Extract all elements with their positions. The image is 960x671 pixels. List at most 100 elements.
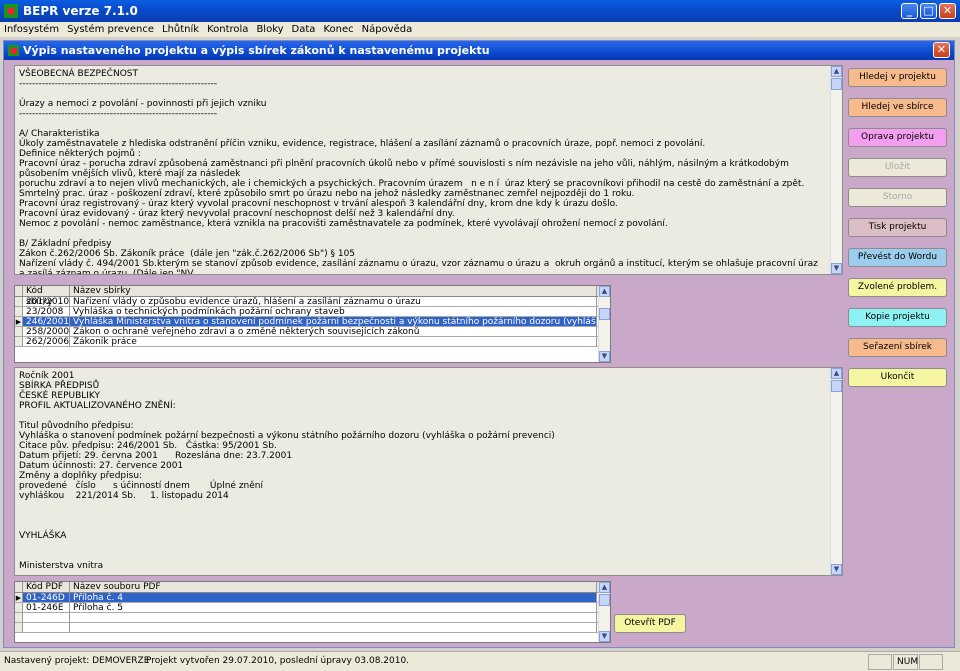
scroll-down-icon[interactable]: ▼ (831, 263, 842, 274)
menu-data[interactable]: Data (288, 24, 320, 35)
close-button[interactable]: ✕ (939, 3, 956, 19)
memo-line: ----------------------------------------… (19, 109, 218, 119)
table-row[interactable]: 262/2006 Zákoník práce (15, 337, 610, 347)
edit-project-button[interactable]: Oprava projektu (848, 128, 947, 147)
row-nazev: Vyhláška o technických podmínkách požárn… (70, 307, 597, 316)
project-dialog: Výpis nastaveného projektu a výpis sbíre… (3, 40, 955, 648)
dialog-titlebar: Výpis nastaveného projektu a výpis sbíre… (4, 41, 954, 60)
row-indicator-icon (15, 307, 23, 316)
row-kod: 23/2008 (23, 307, 70, 316)
memo-line (19, 571, 828, 575)
scroll-thumb[interactable] (599, 594, 610, 606)
law-text-scrollbar[interactable]: ▲ ▼ (830, 368, 842, 575)
sort-laws-button[interactable]: Seřazení sbírek (848, 338, 947, 357)
menu-bar: Infosystém Systém prevence Lhůtník Kontr… (0, 22, 960, 37)
app-icon (4, 4, 18, 18)
scroll-down-icon[interactable]: ▼ (599, 631, 610, 642)
table-row[interactable]: ▶ 01-246D Příloha č. 4 (15, 593, 610, 603)
menu-napoveda[interactable]: Nápověda (358, 24, 417, 35)
memo-line: Titul původního předpisu: (19, 421, 134, 431)
scroll-thumb[interactable] (599, 308, 610, 320)
memo-line: Datum účinnosti: 27. července 2001 (19, 461, 184, 471)
table-row[interactable]: 23/2008 Vyhláška o technických podmínkách… (15, 307, 610, 317)
memo-line: SBÍRKA PŘEDPISŮ (19, 381, 100, 391)
copy-project-button[interactable]: Kopie projektu (848, 308, 947, 327)
pdf-grid[interactable]: Kód PDF Název souboru PDF ▶ 01-246D Příloh… (14, 581, 611, 643)
row-kod: 201/2010 (23, 297, 70, 306)
project-text-memo[interactable]: VŠEOBECNÁ BEZPEČNOST --------------------… (14, 65, 843, 275)
memo-line (19, 521, 828, 531)
maximize-button[interactable]: □ (920, 3, 937, 19)
memo-line (19, 551, 828, 561)
status-panel-empty (919, 654, 943, 670)
table-row[interactable]: 01-246E Příloha č. 5 (15, 603, 610, 613)
pdf-grid-scrollbar[interactable]: ▲ ▼ (598, 582, 610, 642)
export-word-button[interactable]: Převést do Wordu (848, 248, 947, 267)
scroll-up-icon[interactable]: ▲ (599, 286, 610, 297)
memo-line: Ročník 2001 (19, 371, 75, 381)
memo-line (19, 89, 828, 99)
table-row[interactable]: 201/2010 Nařízení vlády o způsobu evidenc… (15, 297, 610, 307)
laws-grid-scrollbar[interactable]: ▲ ▼ (598, 286, 610, 362)
save-button[interactable]: Uložit (848, 158, 947, 177)
scroll-up-icon[interactable]: ▲ (599, 582, 610, 593)
menu-infosystem[interactable]: Infosystém (0, 24, 63, 35)
row-nazev: Příloha č. 5 (70, 603, 597, 612)
table-row[interactable]: 258/2000 Zákon o ochraně veřejného zdraví… (15, 327, 610, 337)
dialog-close-button[interactable]: ✕ (933, 42, 950, 58)
print-project-button[interactable]: Tisk projektu (848, 218, 947, 237)
selected-problems-button[interactable]: Zvolené problem. (848, 278, 947, 297)
row-indicator-icon (15, 297, 23, 306)
find-in-law-button[interactable]: Hledej ve sbírce (848, 98, 947, 117)
pdf-header-nazev[interactable]: Název souboru PDF (70, 582, 597, 592)
row-nazev: Zákoník práce (70, 337, 597, 346)
menu-lhutnik[interactable]: Lhůtník (158, 24, 203, 35)
memo-line: Pracovní úraz - porucha zdraví způsobená… (19, 159, 792, 179)
memo-line: Nemoc z povolání - nemoc zaměstnance, kt… (19, 219, 668, 229)
scroll-up-icon[interactable]: ▲ (831, 66, 842, 77)
project-text-scrollbar[interactable]: ▲ ▼ (830, 66, 842, 274)
scroll-thumb[interactable] (831, 380, 842, 392)
memo-line: Zákon č.262/2006 Sb. Zákoník práce (dále… (19, 249, 356, 259)
status-num: NUM (893, 654, 918, 670)
memo-line (19, 411, 828, 421)
scroll-thumb[interactable] (831, 78, 842, 90)
row-nazev: Nařízení vlády o způsobu evidence úrazů,… (70, 297, 597, 306)
row-indicator-icon (15, 327, 23, 336)
memo-line: Úkoly zaměstnavatele z hlediska odstraně… (19, 139, 706, 149)
laws-grid[interactable]: Kód sbírky Název sbírky 201/2010 Nařízení… (14, 285, 611, 363)
memo-line: provedené číslo s účinností dnem Úplné z… (19, 481, 263, 491)
row-kod: 262/2006 (23, 337, 70, 346)
status-bar: Nastavený projekt: DEMOVERZE Projekt vyt… (0, 651, 960, 671)
menu-kontrola[interactable]: Kontrola (203, 24, 252, 35)
pdf-header-kod[interactable]: Kód PDF (23, 582, 70, 592)
table-row[interactable]: ▶ 246/2001 Vyhláška Ministerstva vnitra o … (15, 317, 610, 327)
dialog-icon (8, 45, 19, 56)
exit-button[interactable]: Ukončit (848, 368, 947, 387)
scroll-down-icon[interactable]: ▼ (831, 564, 842, 575)
memo-line: B/ Základní předpisy (19, 239, 112, 249)
row-nazev: Zákon o ochraně veřejného zdraví a o změ… (70, 327, 597, 336)
minimize-button[interactable]: _ (901, 3, 918, 19)
law-text-memo[interactable]: Ročník 2001 SBÍRKA PŘEDPISŮ ČESKÉ REPUBLIK… (14, 367, 843, 576)
laws-header-kod[interactable]: Kód sbírky (23, 286, 70, 307)
laws-header-nazev[interactable]: Název sbírky (70, 286, 597, 296)
find-in-project-button[interactable]: Hledej v projektu (848, 68, 947, 87)
memo-line (19, 229, 828, 239)
row-kod: 01-246D (23, 593, 70, 602)
menu-system-prevence[interactable]: Systém prevence (63, 24, 158, 35)
menu-bloky[interactable]: Bloky (252, 24, 287, 35)
memo-line: Ministerstva vnitra (19, 561, 104, 571)
menu-konec[interactable]: Konec (319, 24, 357, 35)
status-panel-empty (868, 654, 892, 670)
memo-line: VŠEOBECNÁ BEZPEČNOST (19, 69, 138, 79)
memo-line: Smrtelný prac. úraz - poškození zdraví, … (19, 189, 635, 199)
open-pdf-button[interactable]: Otevřít PDF (614, 614, 686, 633)
status-project: Nastavený projekt: DEMOVERZE (4, 656, 150, 666)
scroll-down-icon[interactable]: ▼ (599, 351, 610, 362)
row-kod: 258/2000 (23, 327, 70, 336)
scroll-up-icon[interactable]: ▲ (831, 368, 842, 379)
cancel-button[interactable]: Storno (848, 188, 947, 207)
memo-line: Pracovní úraz evidovaný - úraz který nev… (19, 209, 455, 219)
row-nazev: Vyhláška Ministerstva vnitra o stanovení… (70, 317, 597, 326)
